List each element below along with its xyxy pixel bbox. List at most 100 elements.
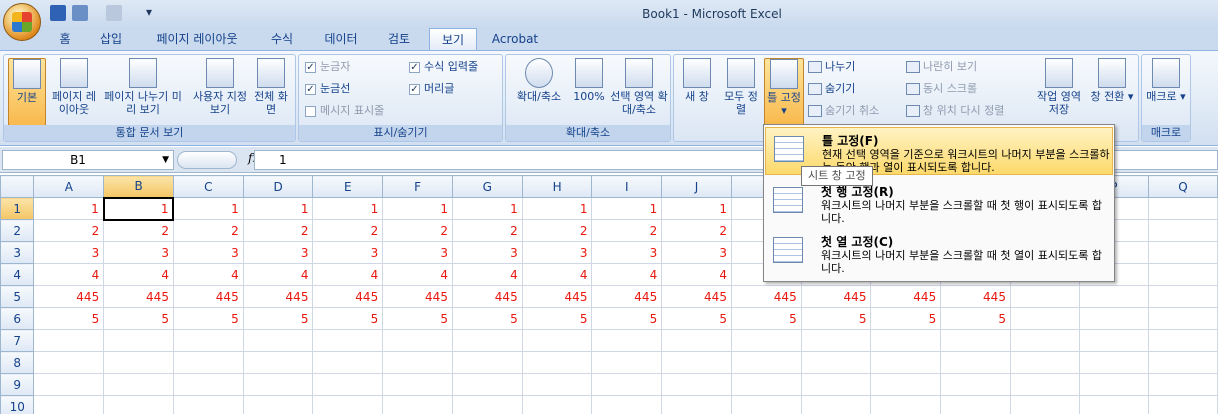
cell[interactable] xyxy=(591,373,663,396)
cell[interactable] xyxy=(451,373,523,396)
menu-item-freeze-first-column[interactable]: 첫 열 고정(C) 워크시트의 나머지 부분을 스크롤할 때 첫 열이 표시되도… xyxy=(765,229,1113,277)
cell[interactable] xyxy=(451,351,523,374)
cell[interactable]: 445 xyxy=(730,285,802,308)
cell[interactable] xyxy=(1009,395,1080,414)
custom-views-button[interactable]: 사용자 지정 보기 xyxy=(192,58,248,116)
cell[interactable]: 445 xyxy=(591,285,663,308)
cell[interactable] xyxy=(1009,307,1080,330)
cell[interactable] xyxy=(172,351,244,374)
cell[interactable] xyxy=(1147,373,1218,396)
cell[interactable]: 445 xyxy=(33,285,105,308)
column-header[interactable]: I xyxy=(591,175,663,198)
cell[interactable]: 4 xyxy=(242,263,314,286)
cell[interactable]: 5 xyxy=(382,307,453,330)
column-header[interactable]: F xyxy=(382,175,453,198)
cell[interactable]: 2 xyxy=(312,219,384,242)
cell[interactable] xyxy=(661,373,732,396)
cell[interactable]: 2 xyxy=(521,219,593,242)
hide-button[interactable]: 숨기기 xyxy=(808,80,855,98)
cell[interactable]: 4 xyxy=(451,263,523,286)
cell[interactable]: 3 xyxy=(172,241,244,264)
cell[interactable]: 445 xyxy=(242,285,314,308)
cell[interactable] xyxy=(1009,351,1080,374)
cell[interactable] xyxy=(1078,373,1149,396)
cell[interactable] xyxy=(33,373,105,396)
cell[interactable]: 445 xyxy=(521,285,593,308)
row-header[interactable]: 1 xyxy=(0,197,35,220)
cell[interactable] xyxy=(1078,395,1149,414)
cell[interactable] xyxy=(103,395,174,414)
column-header[interactable]: H xyxy=(521,175,593,198)
chevron-down-icon[interactable]: ▼ xyxy=(162,151,169,169)
macros-button[interactable]: 매크로 ▾ xyxy=(1146,58,1186,103)
ruler-checkbox[interactable]: ✓ 눈금자 xyxy=(305,58,350,76)
cell[interactable] xyxy=(521,329,593,352)
row-header[interactable]: 7 xyxy=(0,329,35,352)
cell[interactable]: 4 xyxy=(312,263,384,286)
cell[interactable] xyxy=(800,351,872,374)
cell[interactable] xyxy=(382,373,453,396)
cell[interactable] xyxy=(1147,329,1218,352)
cell[interactable]: 1 xyxy=(451,197,523,220)
cell[interactable]: 2 xyxy=(172,219,244,242)
column-header[interactable]: J xyxy=(661,175,732,198)
cell[interactable]: 1 xyxy=(242,197,314,220)
column-header[interactable]: D xyxy=(242,175,314,198)
cell[interactable] xyxy=(940,395,1011,414)
row-header[interactable]: 5 xyxy=(0,285,35,308)
cell[interactable]: 3 xyxy=(312,241,384,264)
sync-scroll-button[interactable]: 동시 스크롤 xyxy=(906,80,977,98)
cell[interactable]: 5 xyxy=(940,307,1011,330)
cell[interactable]: 3 xyxy=(521,241,593,264)
formula-bar-checkbox[interactable]: ✓ 수식 입력줄 xyxy=(409,58,478,76)
reset-position-button[interactable]: 창 위치 다시 정렬 xyxy=(906,102,1004,120)
cell[interactable] xyxy=(1147,263,1218,286)
row-header[interactable]: 2 xyxy=(0,219,35,242)
cell[interactable] xyxy=(521,351,593,374)
tab-view[interactable]: 보기 xyxy=(429,28,477,50)
cell[interactable]: 445 xyxy=(940,285,1011,308)
cell[interactable] xyxy=(312,351,384,374)
cell[interactable]: 1 xyxy=(591,197,663,220)
cell[interactable] xyxy=(661,395,732,414)
cell[interactable] xyxy=(1147,197,1218,220)
cell[interactable] xyxy=(1147,219,1218,242)
message-bar-checkbox[interactable]: 메시지 표시줄 xyxy=(305,102,384,120)
cell[interactable] xyxy=(33,395,105,414)
cell[interactable] xyxy=(103,351,174,374)
cell[interactable]: 1 xyxy=(521,197,593,220)
cell[interactable] xyxy=(591,329,663,352)
full-screen-button[interactable]: 전체 화면 xyxy=(252,58,290,116)
cell[interactable] xyxy=(1147,241,1218,264)
cell[interactable]: 2 xyxy=(382,219,453,242)
cell[interactable] xyxy=(870,351,942,374)
cell[interactable] xyxy=(242,351,314,374)
tab-data[interactable]: 데이터 xyxy=(316,28,366,50)
zoom-button[interactable]: 확대/축소 xyxy=(510,58,568,103)
cell[interactable]: 1 xyxy=(102,196,175,221)
cell[interactable]: 445 xyxy=(312,285,384,308)
cell[interactable]: 2 xyxy=(242,219,314,242)
cell[interactable] xyxy=(730,395,802,414)
new-window-button[interactable]: 새 창 xyxy=(678,58,716,103)
cell[interactable]: 1 xyxy=(312,197,384,220)
unhide-button[interactable]: 숨기기 취소 xyxy=(808,102,879,120)
cell[interactable]: 445 xyxy=(661,285,732,308)
cell[interactable]: 5 xyxy=(730,307,802,330)
menu-item-freeze-top-row[interactable]: 첫 행 고정(R) 워크시트의 나머지 부분을 스크롤할 때 첫 행이 표시되도… xyxy=(765,179,1113,227)
arrange-all-button[interactable]: 모두 정렬 xyxy=(722,58,760,116)
cell[interactable] xyxy=(1078,307,1149,330)
column-header[interactable]: Q xyxy=(1147,175,1218,198)
tab-insert[interactable]: 삽입 xyxy=(88,28,134,50)
cell[interactable]: 5 xyxy=(870,307,942,330)
cell[interactable]: 5 xyxy=(242,307,314,330)
cell[interactable] xyxy=(1147,351,1218,374)
cell[interactable]: 4 xyxy=(382,263,453,286)
formula-bar-resize-handle[interactable] xyxy=(177,151,237,169)
cell[interactable]: 5 xyxy=(103,307,174,330)
cell[interactable] xyxy=(242,395,314,414)
cell[interactable] xyxy=(870,373,942,396)
column-header[interactable]: B xyxy=(103,175,174,198)
cell[interactable]: 1 xyxy=(172,197,244,220)
cell[interactable] xyxy=(730,351,802,374)
